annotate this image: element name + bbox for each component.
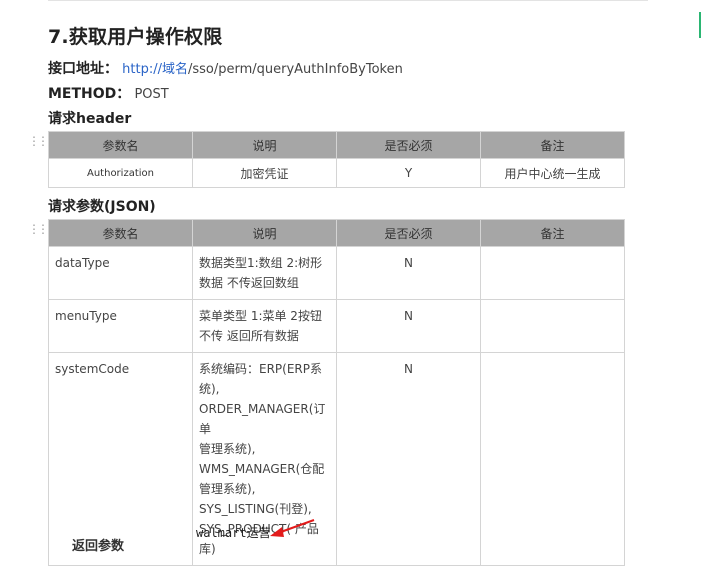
- arrow-icon: [270, 519, 315, 537]
- desc-line: 数据 不传返回数组: [199, 276, 299, 290]
- next-section-title: 返回参数: [72, 539, 125, 554]
- param-required: N: [336, 352, 481, 566]
- table-cell: Y: [336, 158, 481, 188]
- drag-handle-icon[interactable]: ⋮⋮: [28, 222, 49, 236]
- param-name: systemCode: [48, 352, 193, 566]
- params-subtitle: 请求参数(JSON): [48, 199, 156, 215]
- params-table: 参数名 说明 是否必须 备注 dataType 数据类型1:数组 2:树形 数据…: [48, 219, 625, 566]
- desc-line: 不传 返回所有数据: [199, 329, 299, 343]
- param-note: [480, 352, 625, 566]
- column-header: 是否必须: [336, 131, 481, 159]
- table-row: menuType 菜单类型 1:菜单 2按钮 不传 返回所有数据 N: [48, 299, 625, 353]
- drag-handle-icon[interactable]: ⋮⋮: [28, 134, 49, 148]
- param-name: dataType: [48, 246, 193, 300]
- column-header: 参数名: [48, 131, 193, 159]
- method-value: POST: [134, 87, 169, 102]
- param-note: [480, 246, 625, 300]
- top-divider: [48, 0, 648, 1]
- desc-line: ORDER_MANAGER(订单: [199, 402, 326, 436]
- endpoint-label: 接口地址：: [48, 61, 118, 77]
- scroll-indicator[interactable]: [699, 12, 701, 38]
- table-row: systemCode 系统编码：ERP(ERP系 统), ORDER_MANAG…: [48, 352, 625, 566]
- column-header: 说明: [192, 219, 337, 247]
- column-header: 备注: [480, 131, 625, 159]
- endpoint-path: /sso/perm/queryAuthInfoByToken: [187, 62, 403, 77]
- header-subtitle: 请求header: [48, 111, 132, 127]
- desc-line: 数据类型1:数组 2:树形: [199, 256, 323, 270]
- table-header-row: 参数名 说明 是否必须 备注: [48, 219, 625, 247]
- param-name: menuType: [48, 299, 193, 353]
- table-row: dataType 数据类型1:数组 2:树形 数据 不传返回数组 N: [48, 246, 625, 300]
- method-line: METHOD： POST: [48, 83, 169, 103]
- annotation-caption: walmart运营: [196, 526, 271, 540]
- table-header-row: 参数名 说明 是否必须 备注: [48, 131, 625, 159]
- desc-line: 统),: [199, 382, 220, 396]
- column-header: 参数名: [48, 219, 193, 247]
- scrollbar[interactable]: [697, 0, 709, 543]
- endpoint-line: 接口地址： http://域名/sso/perm/queryAuthInfoBy…: [48, 58, 403, 78]
- param-required: N: [336, 246, 481, 300]
- method-label: METHOD：: [48, 86, 131, 102]
- column-header: 说明: [192, 131, 337, 159]
- header-table: 参数名 说明 是否必须 备注 Authorization 加密凭证 Y 用户中心…: [48, 131, 625, 188]
- table-cell: Authorization: [48, 158, 193, 188]
- desc-line: 管理系统),: [199, 442, 256, 456]
- param-desc: 数据类型1:数组 2:树形 数据 不传返回数组: [192, 246, 337, 300]
- section-title: 7.获取用户操作权限: [48, 26, 223, 48]
- desc-line: WMS_MANAGER(仓配: [199, 462, 325, 476]
- desc-line: 管理系统),: [199, 482, 256, 496]
- table-cell: 用户中心统一生成: [480, 158, 625, 188]
- param-note: [480, 299, 625, 353]
- column-header: 备注: [480, 219, 625, 247]
- column-header: 是否必须: [336, 219, 481, 247]
- param-desc: 菜单类型 1:菜单 2按钮 不传 返回所有数据: [192, 299, 337, 353]
- endpoint-link[interactable]: http://域名: [122, 62, 188, 77]
- desc-line: 系统编码：ERP(ERP系: [199, 362, 322, 376]
- param-required: N: [336, 299, 481, 353]
- desc-line: 菜单类型 1:菜单 2按钮: [199, 309, 322, 323]
- table-cell: 加密凭证: [192, 158, 337, 188]
- table-row: Authorization 加密凭证 Y 用户中心统一生成: [48, 158, 625, 188]
